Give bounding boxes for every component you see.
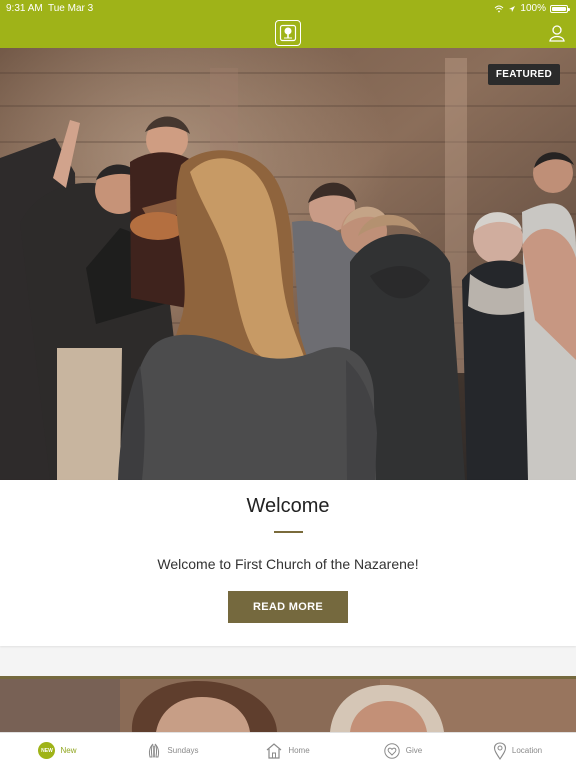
new-icon: NEW [38,742,56,759]
tab-new-label: New [60,746,77,755]
home-icon [266,742,282,759]
worship-photo [0,48,576,480]
battery-percent: 100% [520,3,546,14]
church-logo-icon[interactable] [275,20,301,46]
status-indicators: 100% [494,0,570,17]
read-more-button[interactable]: READ MORE [228,591,348,623]
tab-home[interactable]: Home [230,733,345,768]
featured-card: Welcome Welcome to First Church of the N… [0,480,576,646]
top-navigation-bar [0,17,576,48]
status-bar: 9:31 AM Tue Mar 3 100% [0,0,576,17]
tab-location-label: Location [511,746,543,755]
heart-icon [384,742,400,759]
location-arrow-icon [509,5,516,12]
tab-sundays-label: Sundays [167,746,199,755]
tab-give[interactable]: Give [345,733,460,768]
praying-hands-icon [149,743,160,757]
tab-new[interactable]: NEW New [0,733,115,768]
tab-sundays[interactable]: Sundays [115,733,230,768]
featured-badge: FEATURED [487,64,560,85]
card-title: Welcome [246,495,330,517]
status-time: 9:31 AM [6,3,43,14]
title-divider [274,531,303,533]
card-description: Welcome to First Church of the Nazarene! [157,556,419,572]
location-pin-icon [493,741,506,760]
tab-location[interactable]: Location [460,733,575,768]
battery-icon [550,4,570,13]
featured-hero-image[interactable] [0,48,576,480]
wifi-icon [495,5,504,12]
secondary-photo [0,679,576,732]
bottom-tab-bar: NEW New Sundays Home Give Location [0,732,576,768]
tab-give-label: Give [405,746,423,755]
status-date: Tue Mar 3 [48,3,94,14]
secondary-card-image[interactable] [0,676,576,732]
profile-icon[interactable] [548,24,566,42]
tab-home-label: Home [288,746,310,755]
